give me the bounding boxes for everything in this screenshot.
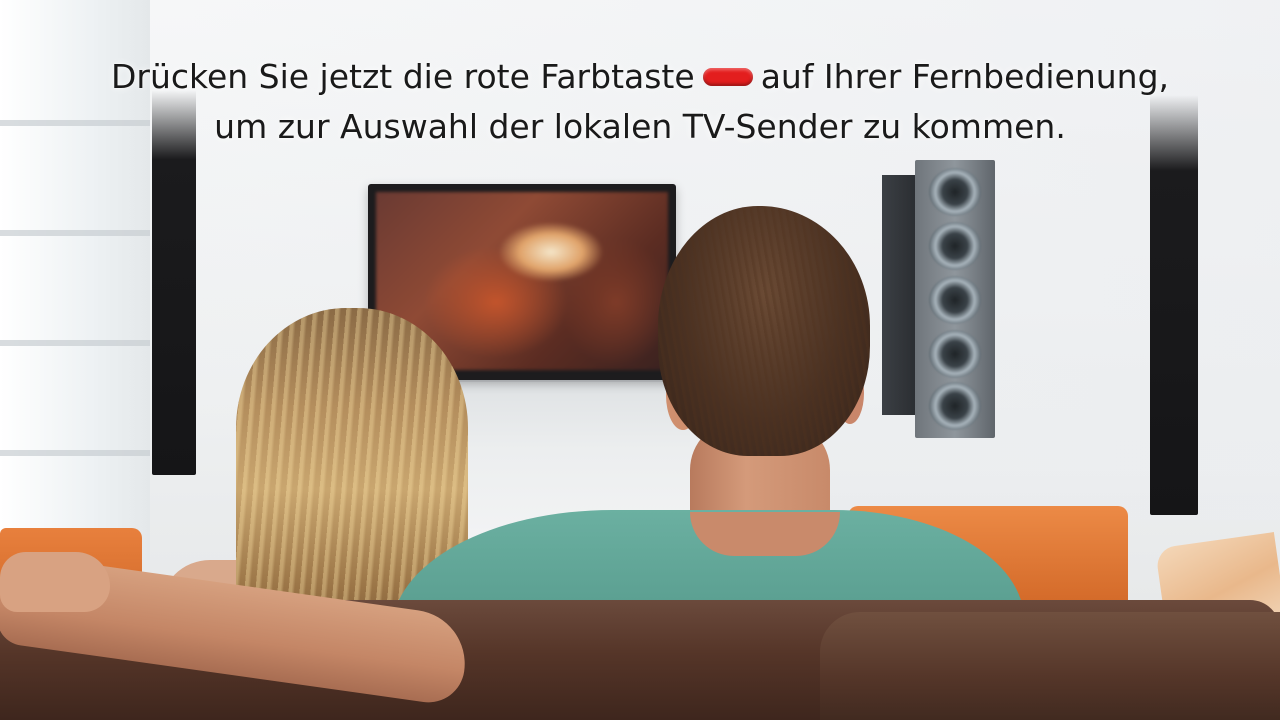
speaker-driver [929,222,981,270]
right-tower-speaker [1150,95,1198,515]
window-frame [0,340,150,346]
window-frame [0,450,150,456]
sofa-backrest [820,612,1280,720]
window-frame [0,230,150,236]
instruction-text-after-key: auf Ihrer Fernbedienung, [760,57,1170,96]
red-color-button-icon [702,67,753,86]
man-collar [690,512,840,556]
speaker-driver [929,330,981,378]
instruction-text-before-key: Drücken Sie jetzt die rote Farbtaste [110,57,695,96]
instruction-line-2: um zur Auswahl der lokalen TV-Sender zu … [214,107,1066,146]
speaker-side-panel [882,175,918,415]
man-hand [0,552,110,612]
instruction-line-1: Drücken Sie jetzt die rote Farbtaste auf … [0,52,1280,102]
speaker-driver [929,276,981,324]
man-head [658,206,870,456]
background-photo: Drücken Sie jetzt die rote Farbtaste auf … [0,0,1280,720]
instruction-message: Drücken Sie jetzt die rote Farbtaste auf … [0,52,1280,152]
speaker-driver [929,168,981,216]
speaker-driver [929,382,981,430]
speaker-tower [915,160,995,438]
